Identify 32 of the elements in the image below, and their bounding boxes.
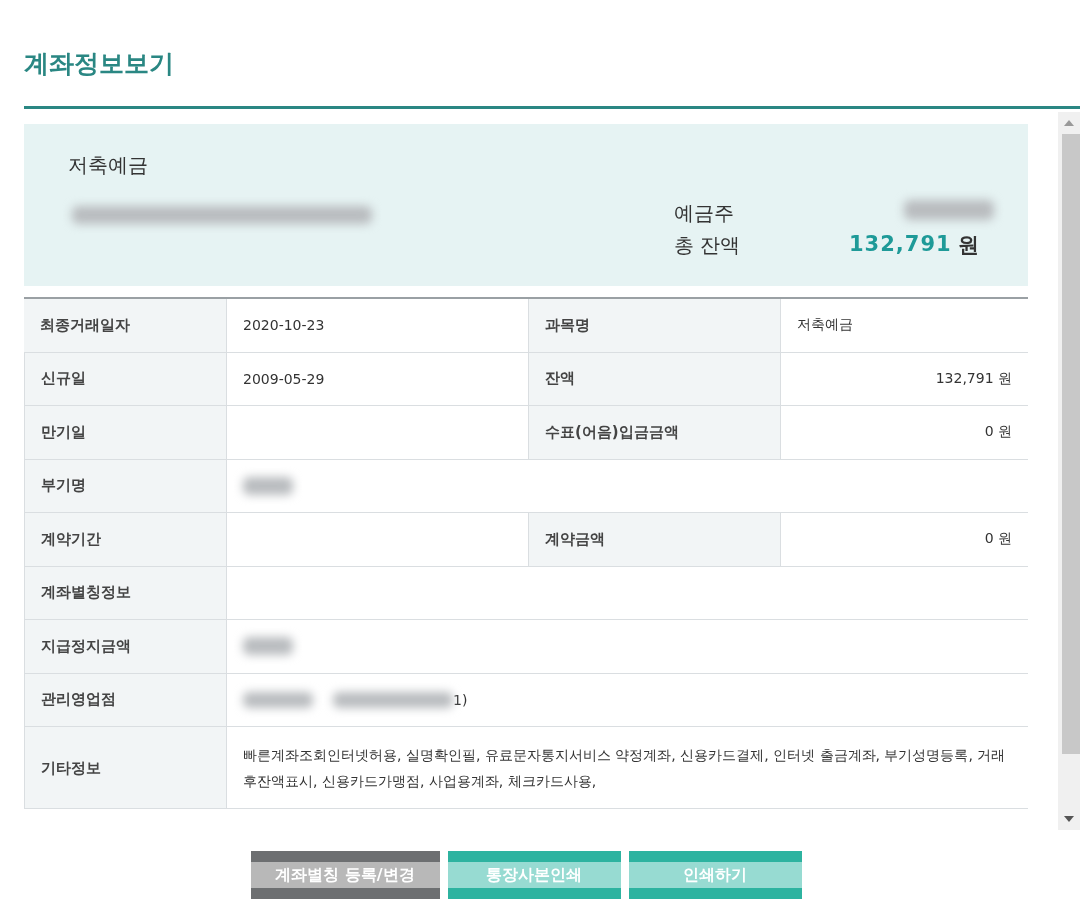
row-label: 수표(어음)입금금액 bbox=[528, 406, 780, 460]
row-label: 신규일 bbox=[24, 352, 226, 406]
balance-amount: 132,791 bbox=[849, 232, 952, 256]
action-button[interactable]: 인쇄하기 bbox=[628, 851, 802, 899]
row-label: 지급정지금액 bbox=[24, 620, 226, 674]
action-button[interactable]: 계좌별칭 등록/변경 bbox=[250, 851, 440, 899]
balance-label: 총 잔액 bbox=[674, 232, 741, 259]
row-label: 기타정보 bbox=[24, 727, 226, 809]
row-label: 계약금액 bbox=[528, 513, 780, 567]
row-label: 최종거래일자 bbox=[24, 299, 226, 353]
currency-unit: 원 bbox=[958, 232, 979, 259]
row-label: 관리영업점 bbox=[24, 673, 226, 727]
product-name: 저축예금 bbox=[68, 152, 148, 179]
page-title: 계좌정보보기 bbox=[23, 48, 175, 80]
redacted-text bbox=[243, 691, 313, 708]
table-cell: 132,791 원 bbox=[780, 352, 1028, 406]
row-label: 만기일 bbox=[24, 406, 226, 460]
row-label: 과목명 bbox=[528, 299, 780, 353]
action-button[interactable]: 통장사본인쇄 bbox=[447, 851, 621, 899]
redacted-text bbox=[243, 476, 293, 495]
table-cell: 빠른계좌조회인터넷허용, 실명확인필, 유료문자통지서비스 약정계좌, 신용카드결제, 인터넷 출금계좌, 부기성명등록, 거래후잔액표시, 신용카드가맹점, 사업용계좌, 체크카드사용, bbox=[226, 727, 1028, 809]
branch-text: 1) bbox=[453, 691, 468, 708]
table-cell: 0 원 bbox=[780, 406, 1028, 460]
row-label: 계좌별칭정보 bbox=[24, 566, 226, 620]
row-label: 부기명 bbox=[24, 459, 226, 513]
table-cell: 0 원 bbox=[780, 513, 1028, 567]
depositor-label: 예금주 bbox=[674, 200, 734, 227]
row-label: 계약기간 bbox=[24, 513, 226, 567]
row-label: 잔액 bbox=[528, 352, 780, 406]
scrollbar[interactable] bbox=[1058, 112, 1080, 830]
redacted-text bbox=[243, 637, 293, 656]
table-cell: 저축예금 bbox=[780, 299, 1028, 353]
